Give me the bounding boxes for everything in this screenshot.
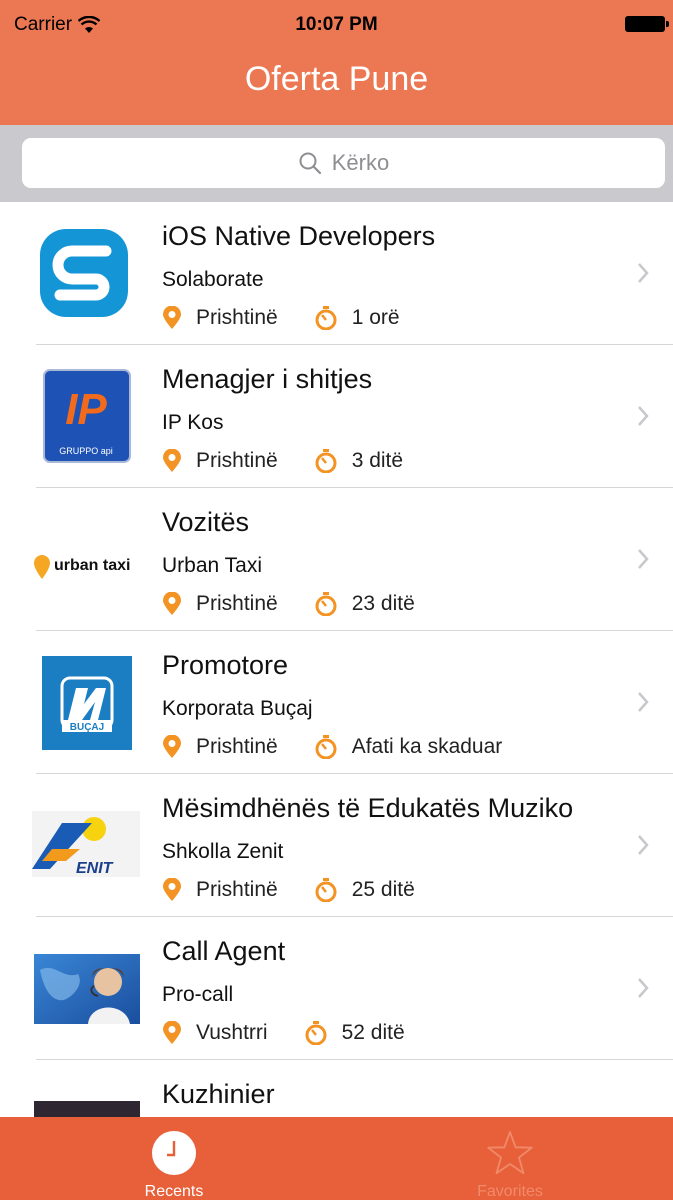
status-bar: Carrier 10:07 PM: [0, 0, 673, 40]
chevron-right-icon: [638, 549, 649, 569]
job-title: Mësimdhënës të Edukatës Muziko: [162, 793, 574, 823]
urban-taxi-logo: urban taxi: [30, 511, 142, 607]
chevron-right-icon: [638, 835, 649, 855]
ip-logo-text: IP: [65, 385, 107, 434]
location-pin-icon: [163, 449, 181, 472]
tab-label: Favorites: [477, 1183, 543, 1200]
job-title: iOS Native Developers: [162, 221, 436, 251]
company-name: IP Kos: [162, 411, 224, 434]
kuzhinier-logo: [34, 1083, 140, 1117]
job-meta: Prishtinë Afati ka skaduar: [162, 735, 502, 759]
company-name: Solaborate: [162, 268, 264, 291]
job-posted-time: 23 ditë: [351, 592, 415, 615]
timer-icon: [315, 735, 337, 759]
search-input[interactable]: Kërko: [22, 138, 665, 188]
company-name: Urban Taxi: [162, 554, 262, 577]
job-posted-time: 25 ditë: [351, 878, 415, 901]
location-pin-icon: [163, 735, 181, 758]
ip-logo: IP GRUPPO api: [34, 368, 134, 464]
page-title: Oferta Pune: [244, 60, 429, 98]
job-meta: Prishtinë 1 orë: [162, 306, 400, 330]
job-meta: Prishtinë 3 ditë: [162, 449, 403, 473]
timer-icon: [315, 449, 337, 473]
star-icon: [487, 1131, 533, 1175]
job-title: Promotore: [162, 650, 289, 680]
job-meta: Prishtinë 25 ditë: [162, 878, 415, 902]
zenit-logo: ENIT: [32, 797, 140, 893]
job-location: Prishtinë: [196, 449, 278, 472]
job-posted-time: 3 ditë: [351, 449, 404, 472]
job-row[interactable]: IP GRUPPO api Menagjer i shitjes IP Kos …: [0, 345, 673, 488]
job-location: Vushtrri: [196, 1021, 268, 1044]
chevron-right-icon: [638, 406, 649, 426]
search-bar-container: Kërko: [0, 125, 673, 202]
search-placeholder: Kërko: [331, 150, 390, 175]
job-title: Vozitës: [162, 507, 250, 537]
location-pin-icon: [163, 592, 181, 615]
tab-bar: Recents Favorites: [0, 1117, 673, 1200]
timer-icon: [315, 592, 337, 616]
job-posted-time: 52 ditë: [341, 1021, 405, 1044]
job-title: Menagjer i shitjes: [162, 364, 373, 394]
location-pin-icon: [163, 1021, 181, 1044]
solaborate-logo: [34, 225, 134, 321]
company-name: Korporata Buçaj: [162, 697, 313, 720]
bucaj-logo-text: BUÇAJ: [70, 722, 104, 733]
job-row[interactable]: urban taxi Vozitës Urban Taxi Prishtinë …: [0, 488, 673, 631]
job-location: Prishtinë: [196, 878, 278, 901]
chevron-right-icon: [638, 978, 649, 998]
urban-taxi-logo-text: urban taxi: [54, 557, 130, 574]
ip-logo-subtext: GRUPPO api: [59, 446, 113, 456]
job-meta: Prishtinë 23 ditë: [162, 592, 415, 616]
bucaj-logo: BUÇAJ: [34, 654, 134, 750]
job-row[interactable]: Kuzhinier: [0, 1060, 673, 1117]
job-row[interactable]: iOS Native Developers Solaborate Prishti…: [0, 202, 673, 345]
job-location: Prishtinë: [196, 735, 278, 758]
job-row[interactable]: Call Agent Pro-call Vushtrri 52 ditë: [0, 917, 673, 1060]
timer-icon: [305, 1021, 327, 1045]
tab-recents[interactable]: Recents: [6, 1117, 342, 1200]
company-name: Pro-call: [162, 983, 234, 1006]
timer-icon: [315, 306, 337, 330]
tab-label: Recents: [144, 1183, 204, 1200]
job-title: Kuzhinier: [162, 1079, 275, 1109]
job-location: Prishtinë: [196, 592, 278, 615]
clock-time: 10:07 PM: [295, 14, 378, 35]
job-location: Prishtinë: [196, 306, 278, 329]
job-posted-time: Afati ka skaduar: [351, 735, 503, 758]
company-name: Shkolla Zenit: [162, 840, 284, 863]
zenit-logo-text: ENIT: [76, 860, 114, 877]
job-posted-time: 1 orë: [351, 306, 400, 329]
navigation-header: Carrier 10:07 PM Oferta Pune: [0, 0, 673, 125]
job-row[interactable]: ENIT Mësimdhënës të Edukatës Muziko Shko…: [0, 774, 673, 917]
job-title: Call Agent: [162, 936, 286, 966]
chevron-right-icon: [638, 263, 649, 283]
tab-favorites[interactable]: Favorites: [342, 1117, 673, 1200]
location-pin-icon: [163, 306, 181, 329]
search-icon: [299, 152, 321, 175]
clock-icon: [152, 1131, 196, 1175]
job-row[interactable]: BUÇAJ Promotore Korporata Buçaj Prishtin…: [0, 631, 673, 774]
job-list: iOS Native Developers Solaborate Prishti…: [0, 202, 673, 1117]
job-meta: Vushtrri 52 ditë: [162, 1021, 405, 1045]
location-pin-icon: [163, 878, 181, 901]
chevron-right-icon: [638, 692, 649, 712]
timer-icon: [315, 878, 337, 902]
battery-icon: [625, 16, 669, 32]
procall-photo: [34, 940, 140, 1036]
